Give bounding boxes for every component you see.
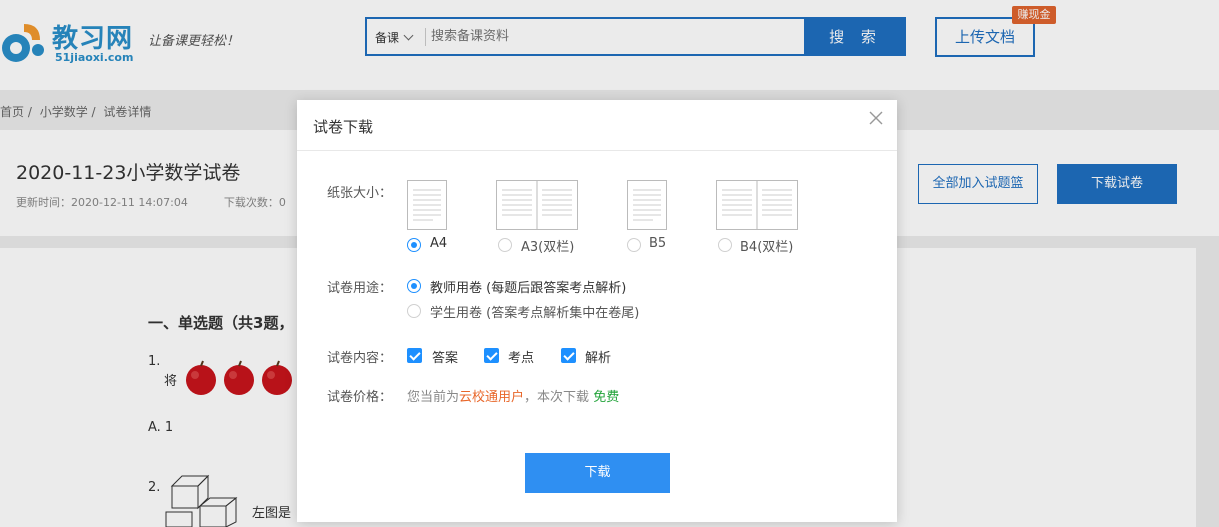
paper-a4-icon[interactable] [407,180,447,230]
content-analysis-label[interactable]: 解析 [585,347,611,366]
price-prefix: 您当前为 [407,390,460,405]
paper-size-a3-label[interactable]: A3(双栏) [521,236,574,255]
price-middle: ，本次下载 [524,390,590,405]
paper-size-label: 纸张大小： [327,186,393,201]
paper-size-b4-label[interactable]: B4(双栏) [740,236,793,255]
paper-content-label: 试卷内容： [327,351,393,366]
usage-student-radio[interactable] [407,304,421,318]
paper-usage-label: 试卷用途： [327,281,393,296]
paper-a3-icon[interactable] [496,180,578,230]
dialog-title: 试卷下载 [313,118,374,136]
content-point-checkbox[interactable] [484,348,499,363]
download-dialog: 试卷下载 纸张大小： A4 A3(双栏) B5 B4(双栏) 试卷用途： 教师用… [297,100,897,522]
usage-teacher-radio[interactable] [407,279,421,293]
paper-size-b5-radio[interactable] [627,238,641,252]
paper-size-b5-label[interactable]: B5 [649,236,666,251]
close-icon[interactable] [868,110,884,126]
paper-size-a4-radio[interactable] [407,238,421,252]
price-value: 免费 [593,390,620,405]
paper-b5-icon[interactable] [627,180,667,230]
content-answer-checkbox[interactable] [407,348,422,363]
content-point-label[interactable]: 考点 [508,347,534,366]
usage-teacher-label[interactable]: 教师用卷 (每题后跟答案考点解析) [430,277,626,296]
usage-student-label[interactable]: 学生用卷 (答案考点解析集中在卷尾) [430,302,639,321]
paper-size-a3-radio[interactable] [498,238,512,252]
paper-size-a4-label[interactable]: A4 [430,236,447,251]
paper-price-label: 试卷价格： [327,390,393,405]
paper-b4-icon[interactable] [716,180,798,230]
user-type[interactable]: 云校通用户 [459,390,524,405]
content-analysis-checkbox[interactable] [561,348,576,363]
price-info: 您当前为云校通用户，本次下载 免费 [407,386,619,405]
content-answer-label[interactable]: 答案 [432,347,458,366]
paper-size-b4-radio[interactable] [718,238,732,252]
dialog-header: 试卷下载 [297,100,897,151]
download-button[interactable]: 下载 [525,453,670,493]
